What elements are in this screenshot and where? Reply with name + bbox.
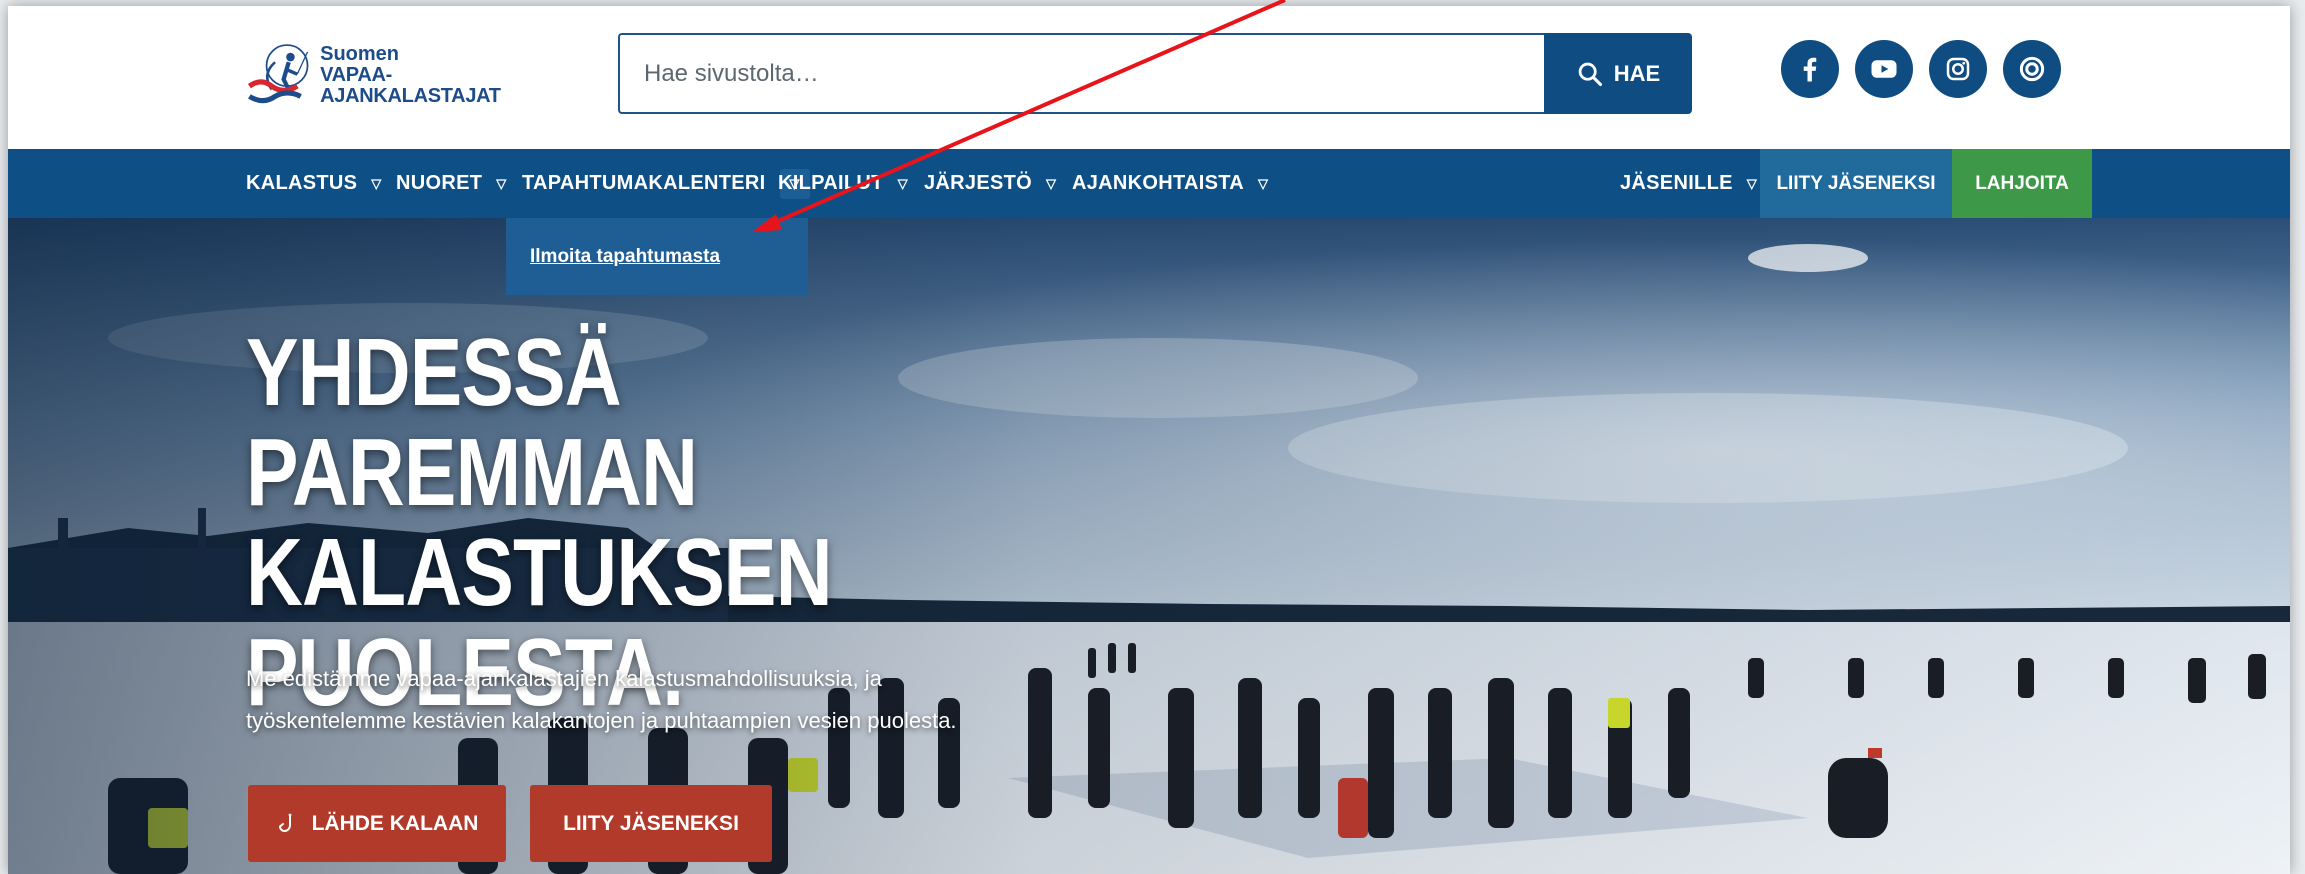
nav-label: KILPAILUT xyxy=(778,172,884,194)
search-bar: HAE xyxy=(618,33,1692,114)
chevron-down-icon: ▽ xyxy=(897,175,908,191)
facebook-link[interactable] xyxy=(1781,40,1839,98)
dropdown-link-report-event[interactable]: Ilmoita tapahtumasta xyxy=(530,246,720,268)
instagram-link[interactable] xyxy=(1929,40,1987,98)
nav-label: TAPAHTUMAKALENTERI xyxy=(522,172,766,194)
nav-item-tapahtumakalenteri[interactable]: TAPAHTUMAKALENTERI ▽ xyxy=(522,149,810,218)
logo-line2: VAPAA-AJANKALASTAJAT xyxy=(320,63,501,107)
page: Suomen VAPAA-AJANKALASTAJAT HAE xyxy=(8,6,2290,874)
site-header: Suomen VAPAA-AJANKALASTAJAT HAE xyxy=(8,6,2290,149)
go-fishing-label: LÄHDE KALAAN xyxy=(311,811,479,835)
nav-label: KALASTUS xyxy=(246,172,358,194)
youtube-icon xyxy=(1871,60,1897,78)
logo-icon xyxy=(247,44,309,104)
hero-join-label: LIITY JÄSENEKSI xyxy=(563,811,739,835)
search-input[interactable] xyxy=(618,33,1544,114)
nav-label: NUORET xyxy=(396,172,483,194)
search-icon xyxy=(1578,62,1602,86)
hero-title-line: KALASTUKSEN xyxy=(246,519,833,626)
chevron-down-icon: ▽ xyxy=(371,175,382,191)
join-member-button[interactable]: LIITY JÄSENEKSI xyxy=(1760,149,1952,218)
chevron-down-icon: ▽ xyxy=(496,175,507,191)
hero-description-line: Me edistämme vapaa-ajankalastajien kalas… xyxy=(246,666,882,691)
chevron-down-icon: ▽ xyxy=(1746,175,1758,191)
site-logo[interactable]: Suomen VAPAA-AJANKALASTAJAT xyxy=(246,34,536,116)
main-nav: KALASTUS ▽ NUORET ▽ TAPAHTUMAKALENTERI ▽ KI… xyxy=(8,149,2290,218)
search-button-label: HAE xyxy=(1613,60,1661,86)
hero-join-button[interactable]: LIITY JÄSENEKSI xyxy=(530,785,772,862)
hero-title-line: YHDESSÄ PAREMMAN xyxy=(246,319,698,526)
nav-item-kilpailut[interactable]: KILPAILUT ▽ xyxy=(778,149,908,218)
nav-item-jasenille[interactable]: JÄSENILLE ▽ xyxy=(1620,149,1757,218)
chevron-down-icon: ▽ xyxy=(1258,175,1269,191)
hero-section: YHDESSÄ PAREMMAN KALASTUKSEN PUOLESTA. M… xyxy=(8,218,2290,874)
donate-button[interactable]: LAHJOITA xyxy=(1952,149,2092,218)
go-fishing-button[interactable]: LÄHDE KALAAN xyxy=(248,785,506,862)
hero-description-line: työskentelemme kestävien kalakantojen ja… xyxy=(246,708,957,733)
issuu-link[interactable] xyxy=(2003,40,2061,98)
instagram-icon xyxy=(1946,57,1970,81)
search-button[interactable]: HAE xyxy=(1544,33,1692,114)
fishing-hook-icon xyxy=(278,813,291,832)
chevron-down-icon: ▽ xyxy=(1046,175,1057,191)
event-calendar-dropdown: Ilmoita tapahtumasta xyxy=(506,218,808,295)
issuu-icon xyxy=(2019,56,2045,82)
nav-label: JÄRJESTÖ xyxy=(924,172,1032,194)
nav-item-nuoret[interactable]: NUORET ▽ xyxy=(396,149,507,218)
nav-label: JÄSENILLE xyxy=(1620,172,1733,194)
social-links xyxy=(1781,40,2061,98)
nav-label: AJANKOHTAISTA xyxy=(1072,172,1245,194)
facebook-icon xyxy=(1803,57,1817,82)
nav-item-jarjesto[interactable]: JÄRJESTÖ ▽ xyxy=(924,149,1056,218)
logo-line1: Suomen xyxy=(320,42,400,65)
hero-description: Me edistämme vapaa-ajankalastajien kalas… xyxy=(246,658,1066,742)
nav-item-ajankohtaista[interactable]: AJANKOHTAISTA ▽ xyxy=(1072,149,1268,218)
nav-item-kalastus[interactable]: KALASTUS ▽ xyxy=(246,149,382,218)
youtube-link[interactable] xyxy=(1855,40,1913,98)
